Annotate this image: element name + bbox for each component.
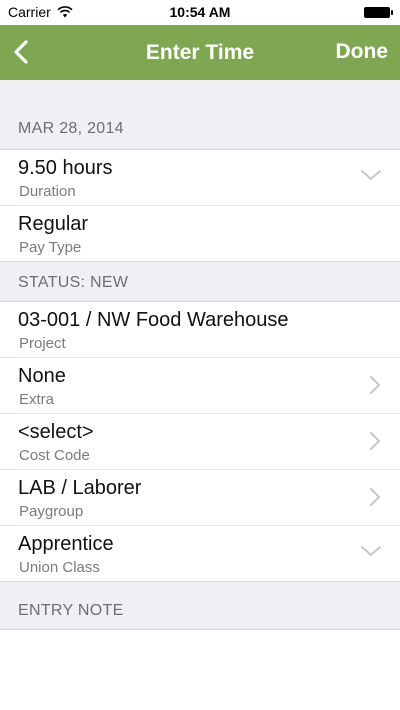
status-section-header: STATUS: NEW bbox=[0, 262, 400, 302]
paygroup-row[interactable]: LAB / Laborer Paygroup bbox=[0, 470, 400, 526]
chevron-right-icon bbox=[370, 432, 380, 450]
chevron-left-icon[interactable] bbox=[8, 37, 36, 67]
cost-code-row[interactable]: <select> Cost Code bbox=[0, 414, 400, 470]
union-class-label: Union Class bbox=[19, 559, 100, 576]
duration-value: 9.50 hours bbox=[18, 157, 113, 179]
navigation-bar: Enter Time Done bbox=[0, 25, 400, 80]
entry-note-section-header: ENTRY NOTE bbox=[0, 582, 400, 630]
union-class-value: Apprentice bbox=[18, 533, 114, 555]
extra-label: Extra bbox=[19, 391, 55, 408]
duration-row[interactable]: 9.50 hours Duration bbox=[0, 150, 400, 206]
done-button[interactable]: Done bbox=[336, 40, 389, 64]
project-row[interactable]: 03-001 / NW Food Warehouse Project bbox=[0, 302, 400, 358]
union-class-row[interactable]: Apprentice Union Class bbox=[0, 526, 400, 582]
project-label: Project bbox=[19, 335, 66, 352]
paygroup-value: LAB / Laborer bbox=[18, 477, 142, 499]
chevron-right-icon bbox=[370, 376, 380, 394]
pay-type-value: Regular bbox=[18, 213, 89, 235]
chevron-down-icon bbox=[361, 546, 381, 556]
cost-code-value: <select> bbox=[18, 421, 94, 443]
project-value: 03-001 / NW Food Warehouse bbox=[18, 309, 289, 331]
pay-type-label: Pay Type bbox=[19, 239, 82, 256]
chevron-right-icon bbox=[370, 488, 380, 506]
battery-icon bbox=[364, 7, 393, 18]
pay-type-row[interactable]: Regular Pay Type bbox=[0, 206, 400, 262]
extra-value: None bbox=[18, 365, 66, 387]
paygroup-label: Paygroup bbox=[19, 503, 84, 520]
top-spacer bbox=[0, 80, 400, 118]
page-title: Enter Time bbox=[145, 40, 255, 64]
cost-code-label: Cost Code bbox=[19, 447, 90, 464]
date-section-header: MAR 28, 2014 bbox=[0, 118, 400, 150]
chevron-down-icon bbox=[361, 170, 381, 180]
status-bar: Carrier 10:54 AM bbox=[0, 0, 400, 25]
clock: 10:54 AM bbox=[169, 4, 231, 20]
duration-label: Duration bbox=[19, 183, 76, 200]
extra-row[interactable]: None Extra bbox=[0, 358, 400, 414]
